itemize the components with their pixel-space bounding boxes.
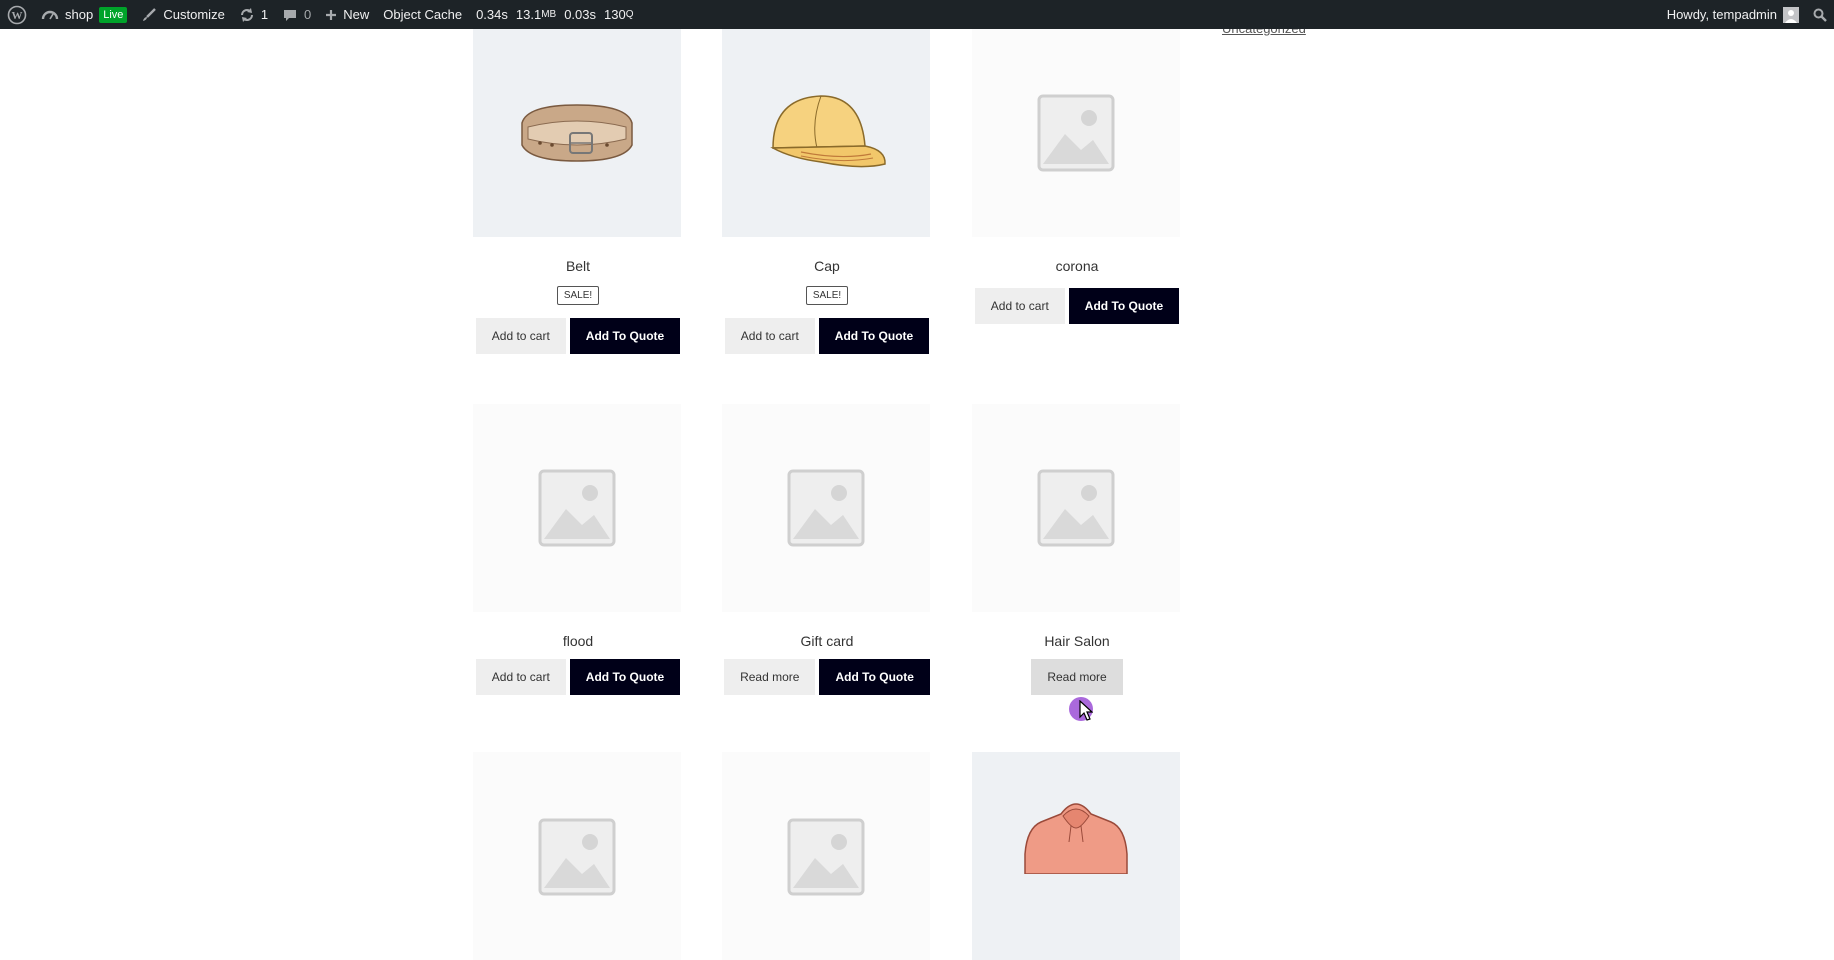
image-placeholder-icon [1037,94,1115,172]
product-title[interactable]: Hair Salon [972,632,1182,650]
product-title[interactable]: Cap [722,257,932,275]
svg-text:W: W [12,10,23,22]
mouse-cursor-icon [1079,700,1093,721]
product-image-placeholder[interactable] [473,752,681,960]
query-monitor-menu[interactable]: 0.34s 13.1 MB 0.03s 130 Q [469,0,640,29]
product-image-placeholder[interactable] [473,404,681,612]
add-to-cart-button[interactable]: Add to cart [974,288,1065,324]
product-card-hoodie [972,752,1182,960]
add-to-cart-button[interactable]: Add to cart [475,318,566,354]
product-card [473,752,683,960]
new-content-button[interactable]: New [318,0,376,29]
avatar [1783,6,1799,23]
add-to-cart-button[interactable]: Add to cart [475,659,566,695]
site-name-menu[interactable]: shop Live [34,0,134,29]
add-to-quote-button[interactable]: Add To Quote [569,318,681,354]
product-image-placeholder[interactable] [722,752,930,960]
product-card-cap: Cap SALE! Add to cart Add To Quote [722,29,932,354]
search-button[interactable] [1806,0,1834,29]
read-more-button[interactable]: Read more [1031,659,1123,695]
brush-icon [143,7,157,21]
product-card-flood: flood Add to cart Add To Quote [473,404,683,695]
product-image-placeholder[interactable] [972,29,1180,237]
product-title[interactable]: Belt [473,257,683,275]
perf-queries-unit: Q [625,9,634,20]
image-placeholder-icon [787,469,865,547]
object-cache-label: Object Cache [383,7,463,22]
add-to-quote-button[interactable]: Add To Quote [818,318,930,354]
product-title[interactable]: flood [473,632,683,650]
image-placeholder-icon [538,818,616,896]
product-title[interactable]: corona [972,257,1182,275]
sale-badge: SALE! [556,286,600,305]
add-to-quote-button[interactable]: Add To Quote [819,659,930,695]
hoodie-image [1024,803,1128,874]
perf-time: 0.34s [476,7,508,22]
object-cache-menu[interactable]: Object Cache [376,0,469,29]
perf-db-time: 0.03s [564,7,596,22]
customize-label: Customize [163,7,225,22]
product-title[interactable]: Gift card [722,632,932,650]
product-image-placeholder[interactable] [722,404,930,612]
image-placeholder-icon [538,469,616,547]
product-image-belt[interactable] [473,29,681,237]
admin-bar: W shop Live Customize 1 0 New Object Cac… [0,0,1834,29]
perf-queries: 130 [604,7,626,22]
search-icon [1813,8,1827,22]
comments-button[interactable]: 0 [275,0,318,29]
product-image-placeholder[interactable] [972,404,1180,612]
perf-memory: 13.1 [515,7,542,22]
product-card-hair-salon: Hair Salon Read more [972,404,1182,695]
dashboard-icon [41,10,59,19]
updates-count: 1 [260,7,269,22]
new-label: New [343,7,370,22]
customize-button[interactable]: Customize [134,0,231,29]
my-account-menu[interactable]: Howdy, tempadmin [1660,0,1806,29]
belt-image [521,104,633,162]
perf-memory-unit: MB [541,9,557,20]
product-card-belt: Belt SALE! Add to cart Add To Quote [473,29,683,354]
image-placeholder-icon [1037,469,1115,547]
add-to-quote-button[interactable]: Add To Quote [1068,288,1180,324]
read-more-button[interactable]: Read more [724,659,816,695]
product-card [722,752,932,960]
add-to-quote-button[interactable]: Add To Quote [569,659,681,695]
live-badge: Live [99,6,128,23]
sale-badge: SALE! [805,286,849,305]
product-image-cap[interactable] [722,29,930,237]
product-card-corona: corona Add to cart Add To Quote [972,29,1182,324]
updates-button[interactable]: 1 [232,0,275,29]
product-image-hoodie[interactable] [972,752,1180,960]
updates-icon [240,7,253,22]
product-card-gift-card: Gift card Read more Add To Quote [722,404,932,695]
howdy-label: Howdy, tempadmin [1666,7,1777,22]
wordpress-logo-icon[interactable]: W [0,0,34,29]
add-to-cart-button[interactable]: Add to cart [724,318,815,354]
comment-icon [284,9,297,21]
comments-count: 0 [304,7,312,22]
plus-icon [326,9,337,20]
cap-image [770,95,886,168]
site-name: shop [65,7,94,22]
image-placeholder-icon [787,818,865,896]
